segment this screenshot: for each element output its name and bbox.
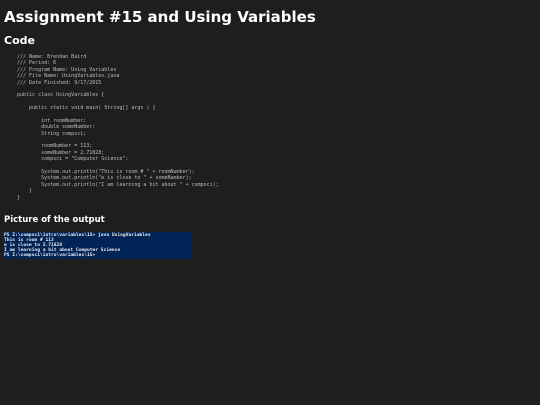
code-line: System.out.println("e is close to " + so… xyxy=(17,175,192,182)
console-line: PS Z:\compsci\intro\variables\15> xyxy=(4,253,96,258)
page-title: Assignment #15 and Using Variables xyxy=(4,8,316,26)
output-heading: Picture of the output xyxy=(4,215,105,225)
code-line: } xyxy=(17,194,21,201)
code-line: System.out.println("I am learning a bit … xyxy=(17,181,219,188)
console-output-screenshot: PS Z:\compsci\intro\variables\15> java U… xyxy=(3,232,191,259)
code-block: /// Name: Brendan Baird /// Period: 6 //… xyxy=(17,54,219,201)
code-heading: Code xyxy=(4,34,35,47)
